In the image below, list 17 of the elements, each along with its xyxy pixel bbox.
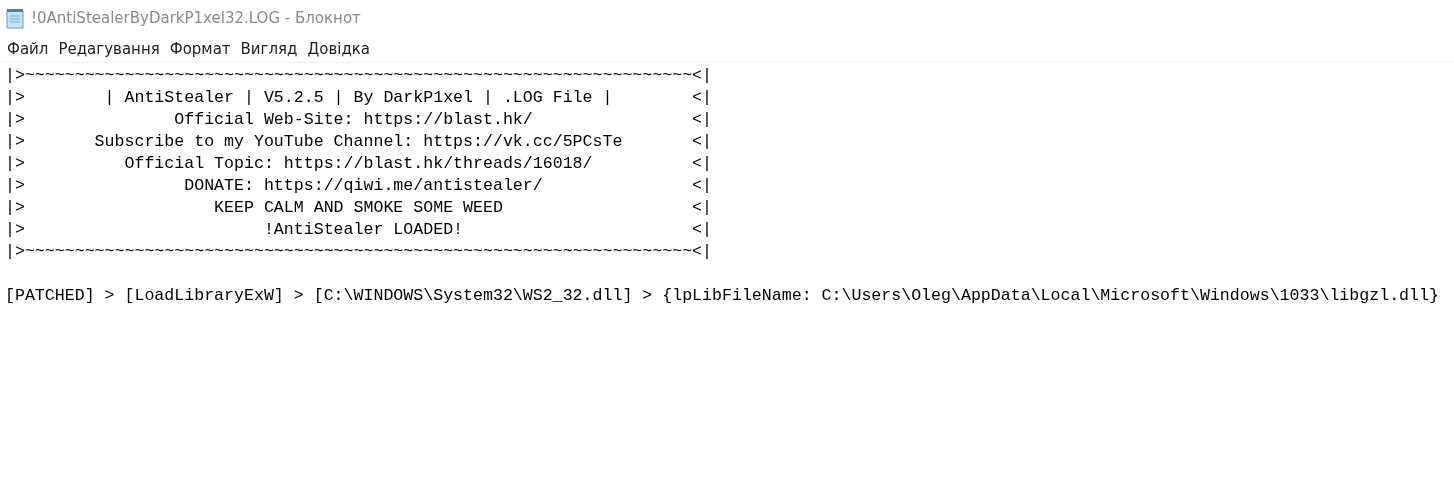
text-line: |> !AntiStealer LOADED! <|: [5, 219, 712, 241]
text-line: |> KEEP CALM AND SMOKE SOME WEED <|: [5, 197, 712, 219]
menu-item[interactable]: Редагування: [53, 37, 165, 61]
text-line: |>~~~~~~~~~~~~~~~~~~~~~~~~~~~~~~~~~~~~~~~~~~~~~~~~~~~~~~~~~~~~~~~~~~~<|: [5, 65, 712, 87]
text-line: |> Official Web-Site: https://blast.hk/ <|: [5, 109, 712, 131]
text-line: |>~~~~~~~~~~~~~~~~~~~~~~~~~~~~~~~~~~~~~~~~~~~~~~~~~~~~~~~~~~~~~~~~~~~<|: [5, 241, 712, 263]
menu-item[interactable]: Файл: [2, 37, 54, 61]
text-line: |> Subscribe to my YouTube Channel: https://vk.cc/5PCsTe <|: [5, 131, 712, 153]
text-line: |> Official Topic: https://blast.hk/threads/16018/ <|: [5, 153, 712, 175]
notepad-icon: [4, 7, 26, 29]
menu-item[interactable]: Вигляд: [235, 37, 303, 61]
menu-item[interactable]: Довідка: [302, 37, 375, 61]
text-line: |> | AntiStealer | V5.2.5 | By DarkP1xel | .LOG File | <|: [5, 87, 712, 109]
text-line: |> DONATE: https://qiwi.me/antistealer/ <|: [5, 175, 712, 197]
text-line: [PATCHED] > [LoadLibraryExW] > [C:\WINDOWS\System32\WS2_32.dll] > {lpLibFileName: C:\Users\Oleg\AppData\Local\Microsoft\Windows\1033\libgzl.dll}: [5, 285, 1439, 307]
window-title: !0AntiStealerByDarkP1xel32.LOG - Блокнот: [31, 7, 361, 29]
menu-item[interactable]: Формат: [164, 37, 236, 61]
